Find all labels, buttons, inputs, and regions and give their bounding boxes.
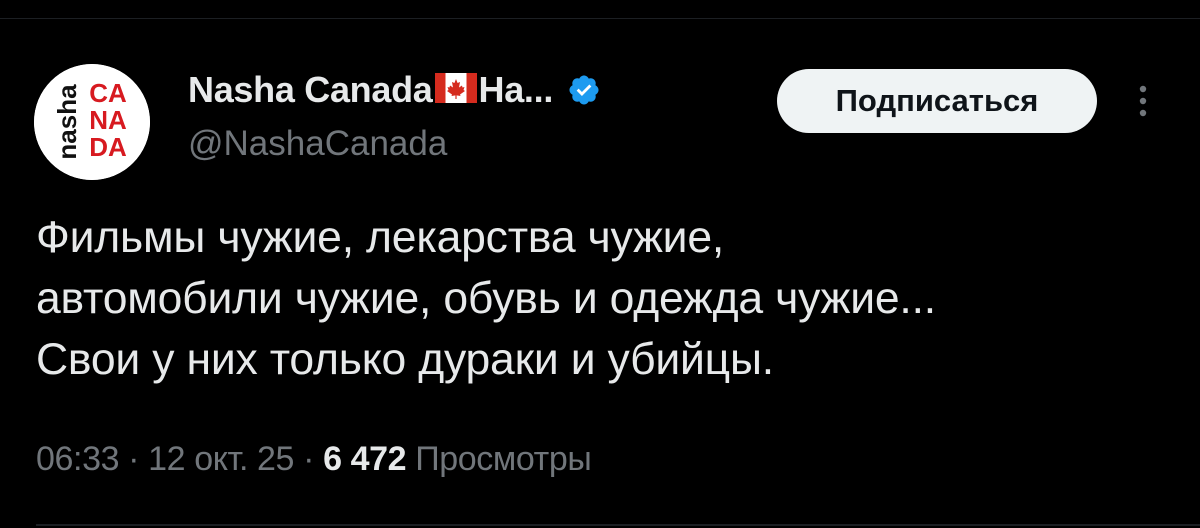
svg-text:DA: DA: [89, 132, 127, 162]
tweet-text-line: автомобили чужие, обувь и одежда чужие..…: [36, 274, 936, 323]
follow-button[interactable]: Подписаться: [777, 69, 1097, 133]
author-display-name[interactable]: Nasha Canada: [188, 69, 433, 111]
views-label: Просмотры: [415, 440, 592, 478]
meta-separator: ·: [303, 440, 315, 478]
nasha-canada-logo-icon: nasha CA NA DA: [34, 64, 150, 180]
canada-flag-icon: [434, 73, 477, 103]
author-handle[interactable]: @NashaCanada: [188, 124, 447, 164]
top-divider: [0, 18, 1200, 19]
more-options-icon[interactable]: [1128, 81, 1158, 121]
bottom-divider: [36, 524, 1200, 526]
tweet-text-line: Свои у них только дураки и убийцы.: [36, 335, 774, 384]
avatar[interactable]: nasha CA NA DA: [34, 64, 150, 180]
author-display-name-suffix[interactable]: На...: [479, 69, 554, 111]
tweet-meta: 06:33 · 12 окт. 25 · 6 472 Просмотры: [36, 440, 592, 479]
views-count: 6 472: [323, 440, 407, 478]
svg-text:NA: NA: [89, 105, 127, 135]
verified-badge-icon[interactable]: [567, 73, 601, 107]
svg-text:nasha: nasha: [52, 84, 82, 160]
tweet-text-line: Фильмы чужие, лекарства чужие,: [36, 213, 725, 262]
meta-separator: ·: [128, 440, 140, 478]
author-name-row[interactable]: Nasha Canada На...: [188, 68, 601, 112]
tweet-time[interactable]: 06:33: [36, 440, 119, 478]
tweet-date[interactable]: 12 окт. 25: [148, 440, 294, 478]
svg-text:CA: CA: [89, 78, 127, 108]
tweet-text: Фильмы чужие, лекарства чужие, автомобил…: [36, 207, 1186, 390]
